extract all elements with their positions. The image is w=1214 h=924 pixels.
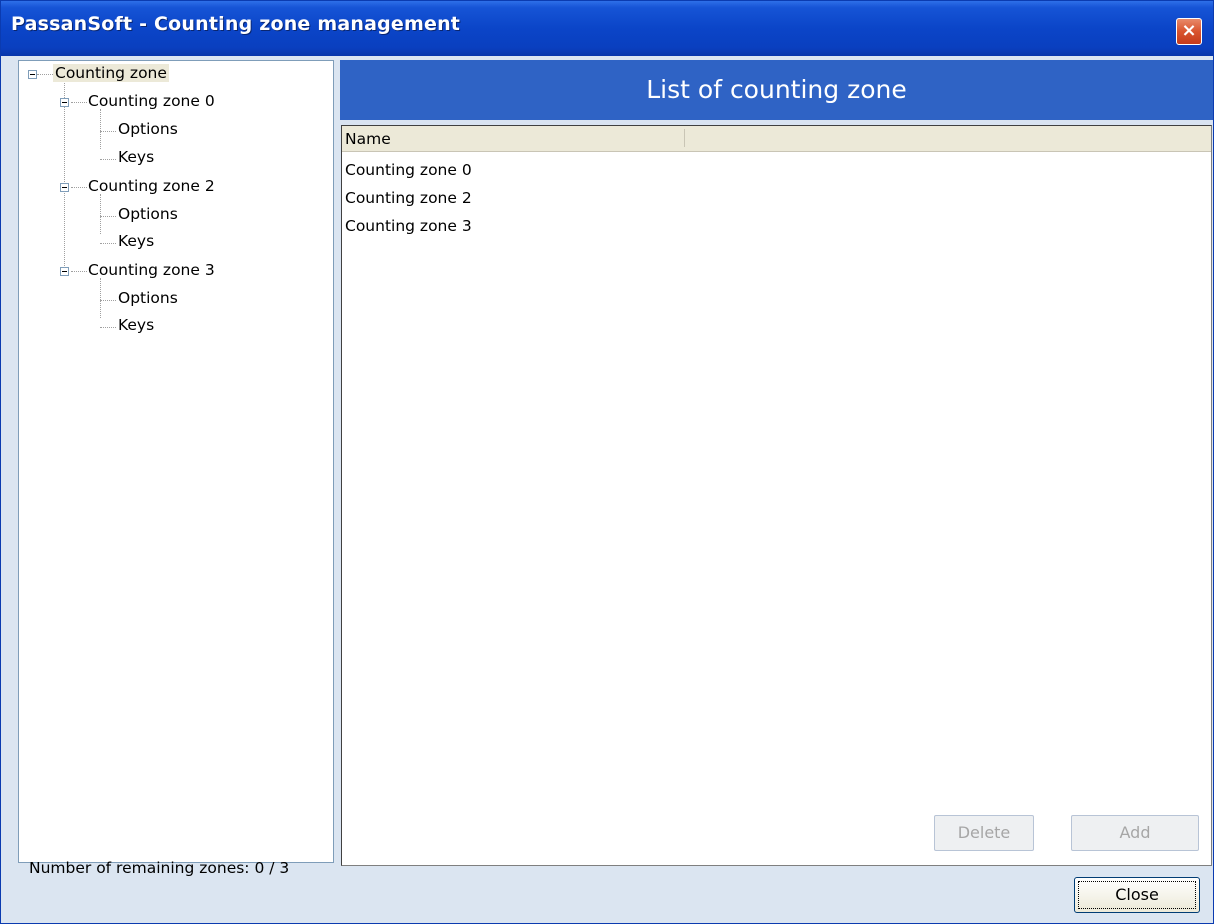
tree-root[interactable]: Counting zone xyxy=(53,64,169,82)
delete-button[interactable]: Delete xyxy=(934,815,1034,851)
tree-line xyxy=(100,216,116,217)
collapse-icon[interactable] xyxy=(60,183,69,192)
tree-line xyxy=(71,102,87,103)
tree-line xyxy=(100,327,116,328)
tree-zone-3[interactable]: Counting zone 3 xyxy=(88,261,215,279)
tree-line xyxy=(100,278,101,318)
panel-banner: List of counting zone xyxy=(340,60,1213,120)
tree-line xyxy=(100,131,116,132)
tree-zone-2-keys[interactable]: Keys xyxy=(118,232,154,250)
tree-line xyxy=(71,187,87,188)
tree-zone-2-options[interactable]: Options xyxy=(118,205,178,223)
column-separator[interactable] xyxy=(684,129,685,147)
focus-rect xyxy=(1078,881,1196,909)
title-bar[interactable]: PassanSoft - Counting zone management × xyxy=(1,1,1213,56)
tree-line xyxy=(71,271,87,272)
tree-zone-0-options[interactable]: Options xyxy=(118,120,178,138)
close-icon[interactable]: × xyxy=(1176,18,1202,45)
remaining-zones-status: Number of remaining zones: 0 / 3 xyxy=(29,859,290,877)
tree-zone-0-keys[interactable]: Keys xyxy=(118,148,154,166)
zone-tree[interactable]: Counting zone Counting zone 0 Options Ke… xyxy=(18,60,334,863)
zone-list-panel: List of counting zone Name Counting zone… xyxy=(340,60,1213,866)
collapse-icon[interactable] xyxy=(60,98,69,107)
list-item[interactable]: Counting zone 2 xyxy=(345,189,472,207)
tree-line xyxy=(100,194,101,234)
column-header-name[interactable]: Name xyxy=(345,130,391,148)
add-button[interactable]: Add xyxy=(1071,815,1199,851)
collapse-icon[interactable] xyxy=(60,267,69,276)
tree-line xyxy=(37,74,53,75)
collapse-icon[interactable] xyxy=(28,70,37,79)
tree-line xyxy=(64,83,65,272)
tree-line xyxy=(100,243,116,244)
tree-zone-0[interactable]: Counting zone 0 xyxy=(88,92,215,110)
close-button[interactable]: Close xyxy=(1074,877,1200,913)
counting-zone-window: PassanSoft - Counting zone management × … xyxy=(0,0,1214,924)
tree-zone-3-keys[interactable]: Keys xyxy=(118,316,154,334)
list-header: Name xyxy=(342,126,1211,152)
tree-zone-3-options[interactable]: Options xyxy=(118,289,178,307)
list-item[interactable]: Counting zone 0 xyxy=(345,161,472,179)
tree-line xyxy=(100,159,116,160)
tree-zone-2[interactable]: Counting zone 2 xyxy=(88,177,215,195)
panel-title: List of counting zone xyxy=(646,75,907,104)
list-item[interactable]: Counting zone 3 xyxy=(345,217,472,235)
window-title: PassanSoft - Counting zone management xyxy=(11,13,461,35)
tree-line xyxy=(100,109,101,149)
zone-list[interactable]: Name Counting zone 0 Counting zone 2 Cou… xyxy=(341,125,1212,866)
tree-line xyxy=(100,300,116,301)
